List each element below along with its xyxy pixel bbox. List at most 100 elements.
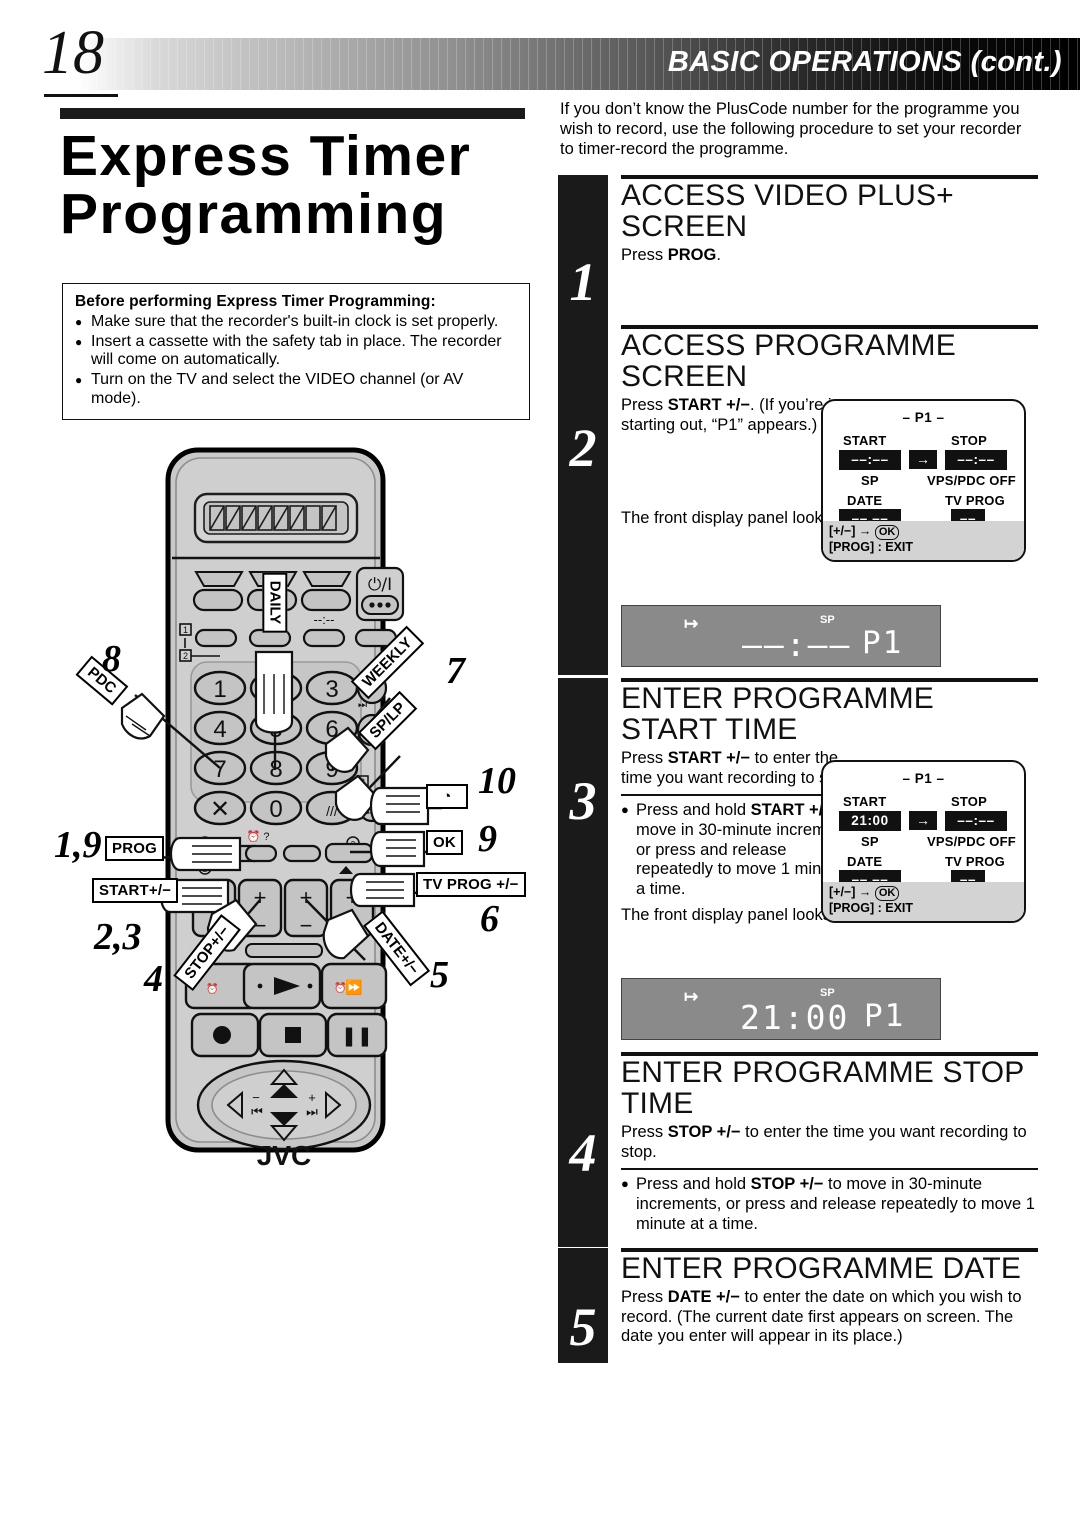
step-4-heading: ENTER PROGRAMME STOP TIME — [621, 1056, 1024, 1120]
callout-prog-label: PROG — [112, 840, 157, 857]
svg-text:⏮: ⏮ — [251, 1105, 263, 1120]
osd1-vps: VPS/PDC OFF — [927, 473, 1016, 488]
svg-text:3: 3 — [325, 676, 338, 703]
note-item-text: Turn on the TV and select the VIDEO chan… — [91, 371, 464, 407]
step-2-number: 2 — [569, 418, 597, 478]
osd2-footer-line2: [PROG] : EXIT — [829, 901, 914, 916]
osd1-footer: [+/−] → OK [PROG] : EXIT — [823, 521, 1024, 560]
bullet-glyph: ● — [621, 1175, 629, 1191]
fdp1-prog: P1 — [862, 625, 904, 661]
bullet-glyph: ● — [75, 373, 83, 388]
front-display-panel-start-time: ↦ SP 21:00 P1 — [621, 978, 941, 1040]
remote-step-2-3: 2,3 — [94, 916, 142, 958]
page-title-line2: Programming — [60, 182, 448, 247]
svg-text:−: − — [300, 913, 313, 938]
remote-step-4: 4 — [144, 958, 163, 1000]
note-box-title: Before performing Express Timer Programm… — [75, 293, 436, 310]
note-item-text: Make sure that the recorder's built-in c… — [91, 313, 499, 330]
osd2-start-value: 21:00 — [839, 811, 901, 831]
svg-text:⏰ ?: ⏰ ? — [247, 829, 270, 843]
osd1-grid: START ––:–– → STOP ––:–– SP VPS/PDC OFF … — [823, 425, 1024, 529]
step-1: 1 ACCESS VIDEO PLUS+ SCREEN Press PROG. — [558, 175, 1038, 325]
step-5-heading: ENTER PROGRAMME DATE — [621, 1252, 1022, 1285]
step-4-subrule — [621, 1168, 1038, 1170]
step-5: 5 ENTER PROGRAMME DATE Press DATE +/− to… — [558, 1248, 1038, 1363]
callout-timer-clock: ◔ — [426, 784, 468, 809]
osd2-arrow: → — [909, 811, 937, 830]
svg-text:⏩: ⏩ — [345, 979, 362, 996]
step-4: 4 ENTER PROGRAMME STOP TIME Press STOP +… — [558, 1052, 1038, 1247]
osd1-stop-label: STOP — [951, 433, 987, 448]
remote-step-10: 10 — [478, 760, 516, 802]
clock-icon: ◔ — [442, 788, 452, 805]
svg-text:4: 4 — [213, 716, 226, 743]
svg-text:7: 7 — [213, 756, 226, 783]
step-4-bullet: ● Press and hold STOP +/− to move in 30-… — [621, 1175, 1038, 1234]
svg-text:⏰: ⏰ — [206, 982, 218, 995]
intro-paragraph: If you don’t know the PlusCode number fo… — [560, 100, 1022, 158]
step-2-bar — [558, 325, 608, 675]
before-performing-note-box: Before performing Express Timer Programm… — [62, 283, 530, 420]
step-1-heading: ACCESS VIDEO PLUS+ SCREEN — [621, 179, 954, 243]
osd1-arrow: → — [909, 450, 937, 469]
step-5-number: 5 — [569, 1297, 597, 1357]
callout-ok-label: OK — [433, 834, 456, 851]
svg-text:--:--: --:-- — [314, 612, 335, 627]
remote-control-illustration: ⏻/I --:-- 1 2 1 3 4 6 7 8 9 ✕ 0 /// ⏭ ⏰ … — [54, 440, 555, 1170]
step-2: 2 ACCESS PROGRAMME SCREEN Press START +/… — [558, 325, 1038, 675]
step-4-bullet-text: Press and hold STOP +/− to move in 30-mi… — [636, 1174, 1035, 1233]
remote-step-9: 9 — [478, 818, 497, 860]
play-arrow-icon: ↦ — [684, 614, 699, 633]
svg-text:2: 2 — [183, 651, 188, 661]
osd1-footer-line1: [+/−] → OK — [829, 524, 1018, 541]
bullet-glyph: ● — [75, 334, 83, 349]
remote-step-7: 7 — [446, 650, 465, 692]
osd2-grid: START 21:00 → STOP ––:–– SP VPS/PDC OFF … — [823, 786, 1024, 890]
remote-step-8: 8 — [102, 638, 121, 680]
svg-text:❚❚: ❚❚ — [341, 1025, 373, 1047]
osd1-tvprog-label: TV PROG — [945, 493, 1005, 508]
step-4-number: 4 — [569, 1123, 597, 1183]
step-1-number: 1 — [569, 252, 597, 312]
remote-step-1-9: 1,9 — [54, 824, 102, 866]
svg-text:1: 1 — [213, 676, 226, 703]
step-2-heading: ACCESS PROGRAMME SCREEN — [621, 329, 956, 393]
svg-text:⏰: ⏰ — [334, 981, 346, 994]
svg-text:⏭: ⏭ — [358, 700, 367, 711]
osd2-footer-line1: [+/−] → OK — [829, 885, 1018, 902]
callout-tv-prog-label: TV PROG +/− — [423, 876, 519, 893]
step-3-number: 3 — [569, 771, 597, 831]
note-item: ● Turn on the TV and select the VIDEO ch… — [75, 371, 517, 408]
osd1-speed: SP — [861, 473, 879, 488]
note-item-text: Insert a cassette with the safety tab in… — [91, 332, 502, 369]
page-title-line1: Express Timer — [60, 124, 472, 188]
osd2-title: – P1 – — [902, 771, 945, 786]
step-1-body: ACCESS VIDEO PLUS+ SCREEN Press PROG. — [621, 175, 1038, 266]
osd2-ok-glyph: OK — [874, 886, 900, 902]
callout-prog: PROG — [105, 836, 164, 861]
osd1-date-label: DATE — [847, 493, 883, 508]
svg-text:1: 1 — [183, 625, 188, 635]
bullet-glyph: ● — [621, 801, 629, 817]
callout-start-label: START+/− — [99, 882, 172, 899]
step-4-body: ENTER PROGRAMME STOP TIME Press STOP +/−… — [621, 1052, 1038, 1234]
osd2-speed: SP — [861, 834, 879, 849]
svg-text:⏻/I: ⏻/I — [368, 575, 392, 595]
step-3-bar — [558, 678, 608, 1058]
page-number-rule — [44, 94, 118, 97]
svg-text:JVC: JVC — [257, 1140, 311, 1170]
osd2-stop-label: STOP — [951, 794, 987, 809]
osd-screen-programme-start-time: – P1 – START 21:00 → STOP ––:–– SP VPS/P… — [821, 760, 1026, 923]
remote-step-5: 5 — [430, 954, 449, 996]
page-title: Express Timer Programming — [60, 127, 540, 243]
osd1-footer-line2: [PROG] : EXIT — [829, 540, 914, 555]
osd1-start-label: START — [843, 433, 887, 448]
callout-ok: OK — [426, 830, 463, 855]
osd2-vps: VPS/PDC OFF — [927, 834, 1016, 849]
fdp2-prog: P1 — [864, 998, 906, 1034]
note-item: ● Make sure that the recorder's built-in… — [75, 313, 517, 332]
osd1-footer-pre: [+/−] → — [829, 524, 875, 539]
remote-control-drawing: ⏻/I --:-- 1 2 1 3 4 6 7 8 9 ✕ 0 /// ⏭ ⏰ … — [120, 447, 442, 1170]
play-arrow-icon: ↦ — [684, 987, 699, 1006]
step-5-text: Press DATE +/− to enter the date on whic… — [621, 1287, 1022, 1346]
